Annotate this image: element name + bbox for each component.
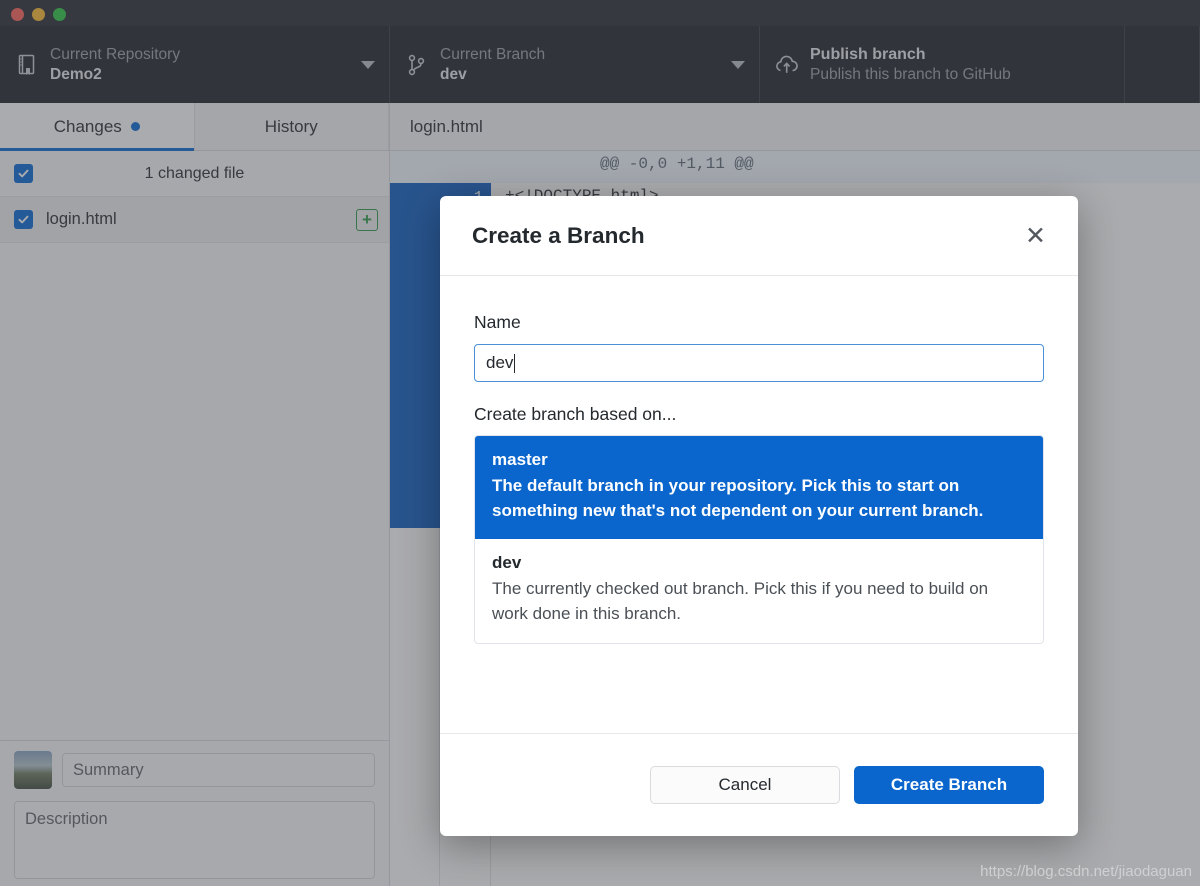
branch-option-master[interactable]: master The default branch in your reposi… [475, 436, 1043, 540]
branch-name-value: dev [486, 353, 514, 372]
branch-option-description: The currently checked out branch. Pick t… [492, 579, 989, 623]
dialog-header: Create a Branch ✕ [440, 196, 1078, 276]
watermark-text: https://blog.csdn.net/jiaodaguan [980, 863, 1192, 880]
branch-option-dev[interactable]: dev The currently checked out branch. Pi… [475, 539, 1043, 642]
dialog-footer: Cancel Create Branch [440, 733, 1078, 836]
cancel-button[interactable]: Cancel [650, 766, 840, 804]
branch-option-description: The default branch in your repository. P… [492, 476, 984, 520]
dialog-title: Create a Branch [472, 222, 645, 248]
text-cursor [514, 353, 516, 373]
branch-option-name: master [492, 450, 548, 469]
close-icon[interactable]: ✕ [1025, 223, 1046, 248]
based-on-label: Create branch based on... [474, 404, 677, 424]
branch-base-list: master The default branch in your reposi… [474, 435, 1044, 644]
branch-option-name: dev [492, 553, 522, 573]
create-branch-dialog: Create a Branch ✕ Name dev Create branch… [440, 196, 1078, 836]
branch-name-input[interactable]: dev [474, 344, 1044, 382]
app-window: Current Repository Demo2 Current Branch … [0, 0, 1200, 886]
branch-name-label: Name [474, 312, 521, 332]
dialog-body: Name dev Create branch based on... maste… [440, 276, 1078, 733]
create-branch-button[interactable]: Create Branch [854, 766, 1044, 804]
